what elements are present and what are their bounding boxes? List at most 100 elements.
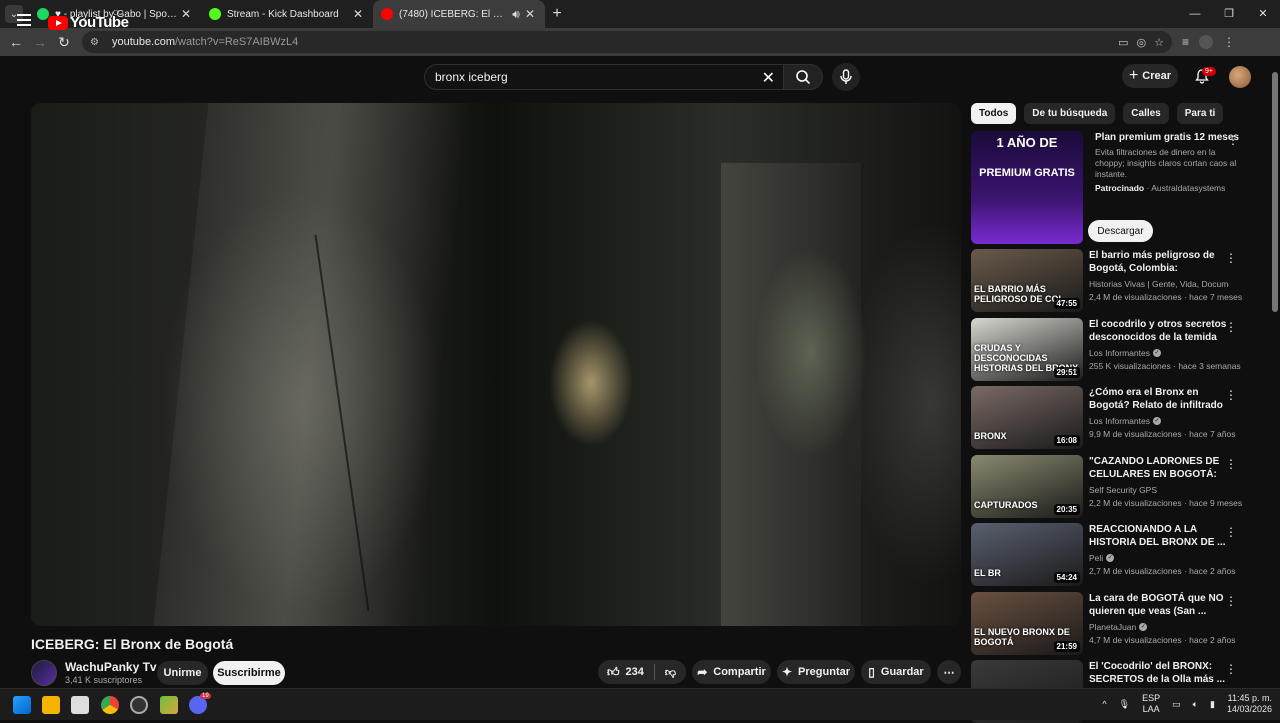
- reco-thumbnail[interactable]: BRONX 16:08: [971, 386, 1083, 449]
- like-count[interactable]: 234: [626, 666, 644, 678]
- browser-menu-icon[interactable]: ⋮: [1223, 35, 1235, 49]
- reco-thumbnail[interactable]: CAPTURADOS 20:35: [971, 454, 1083, 518]
- reco-thumbnail[interactable]: EL BR 54:24: [971, 523, 1083, 586]
- reco-more-icon[interactable]: ⋮: [1225, 388, 1237, 402]
- tab-close-icon[interactable]: ✕: [351, 7, 365, 21]
- share-button[interactable]: ➦ Compartir: [692, 660, 771, 684]
- reco-channel[interactable]: PlanetaJuan: [1089, 622, 1136, 632]
- filter-chip[interactable]: De tu búsqueda: [1024, 103, 1116, 124]
- reco-thumbnail[interactable]: EL NUEVO BRONX DE BOGOTÁ 21:59: [971, 591, 1083, 655]
- save-button[interactable]: ▯ Guardar: [861, 660, 931, 684]
- recommended-video[interactable]: CRUDAS Y DESCONOCIDAS HISTORIAS DEL BRON…: [971, 317, 1241, 381]
- eye-off-icon[interactable]: ◎: [1137, 36, 1147, 49]
- browser-tab[interactable]: (7480) ICEBERG: El Bronx de 🔊︎ ✕: [373, 0, 545, 28]
- reco-channel[interactable]: Historias Vivas | Gente, Vida, Documenta…: [1089, 279, 1229, 289]
- reco-title[interactable]: El barrio más peligroso de Bogotá, Colom…: [1089, 249, 1229, 275]
- video-player[interactable]: [31, 103, 961, 626]
- windows-start-icon[interactable]: [13, 696, 31, 714]
- notes-app-icon[interactable]: [71, 696, 89, 714]
- filter-chip[interactable]: Para ti: [1176, 103, 1224, 124]
- volume-icon[interactable]: 🔈︎: [1193, 699, 1198, 710]
- language-indicator[interactable]: ESP LAA: [1142, 693, 1160, 715]
- clock[interactable]: 11:45 p. m. 14/03/2026: [1227, 693, 1272, 715]
- reco-title[interactable]: La cara de BOGOTÁ que NO quieren que vea…: [1089, 592, 1229, 618]
- reco-channel[interactable]: Peli: [1089, 553, 1103, 563]
- create-button[interactable]: + Crear: [1122, 64, 1178, 88]
- bookmark-star-icon[interactable]: ☆: [1154, 36, 1164, 49]
- channel-avatar[interactable]: [31, 660, 57, 686]
- reco-title[interactable]: ¿Cómo era el Bronx en Bogotá? Relato de …: [1089, 386, 1229, 412]
- user-avatar[interactable]: [1229, 66, 1251, 88]
- reco-more-icon[interactable]: ⋮: [1225, 662, 1237, 676]
- reload-button[interactable]: ↻: [52, 34, 76, 51]
- channel-name[interactable]: WachuPanky Tv: [65, 660, 157, 674]
- minimize-button[interactable]: —: [1178, 0, 1212, 28]
- network-icon[interactable]: ▭: [1172, 699, 1181, 710]
- filter-chip[interactable]: Todos: [971, 103, 1017, 124]
- microphone-tray-icon[interactable]: 🎙︎: [1119, 699, 1130, 710]
- tab-close-icon[interactable]: ✕: [179, 7, 193, 21]
- reco-more-icon[interactable]: ⋮: [1225, 525, 1237, 539]
- reco-title[interactable]: El 'Cocodrilo' del BRONX: SECRETOS de la…: [1089, 660, 1229, 686]
- file-explorer-icon[interactable]: [42, 696, 60, 714]
- recommended-video[interactable]: CAPTURADOS 20:35 "CAZANDO LADRONES DE CE…: [971, 454, 1242, 518]
- page-scrollbar[interactable]: [1272, 60, 1278, 686]
- reco-more-icon[interactable]: ⋮: [1225, 320, 1237, 334]
- lang-code: ESP: [1142, 693, 1161, 703]
- back-button[interactable]: ←: [4, 34, 28, 50]
- filter-chip[interactable]: Calles: [1123, 103, 1169, 124]
- tab-close-icon[interactable]: ✕: [523, 7, 537, 21]
- search-button[interactable]: [783, 64, 823, 90]
- close-window-button[interactable]: ✕: [1246, 0, 1280, 28]
- reco-more-icon[interactable]: ⋮: [1225, 457, 1237, 471]
- youtube-logo[interactable]: YouTube CO: [48, 10, 129, 31]
- address-bar[interactable]: ⚙ youtube.com/watch?v=ReS7AIBWzL4 ▭ ◎ ☆: [82, 31, 1172, 53]
- ad-thumbnail[interactable]: 1 AÑO DE PREMIUM GRATIS: [971, 131, 1083, 244]
- tray-overflow-icon[interactable]: ^: [1102, 699, 1106, 709]
- ask-button[interactable]: ✦ Preguntar: [777, 660, 855, 684]
- chrome-icon[interactable]: [101, 696, 119, 714]
- dislike-icon[interactable]: 👎︎: [665, 666, 676, 679]
- search-value: bronx iceberg: [435, 70, 508, 84]
- ad-title[interactable]: Plan premium gratis 12 meses: [1095, 131, 1240, 144]
- subscribe-button[interactable]: Suscribirme: [213, 661, 285, 685]
- media-control-icon[interactable]: ≡: [1182, 35, 1189, 49]
- reco-more-icon[interactable]: ⋮: [1225, 594, 1237, 608]
- reco-channel[interactable]: Los Informantes: [1089, 348, 1150, 358]
- reco-channel[interactable]: Los Informantes: [1089, 416, 1150, 426]
- scrollbar-thumb[interactable]: [1272, 72, 1278, 312]
- minecraft-icon[interactable]: [160, 696, 178, 714]
- recommended-video[interactable]: EL NUEVO BRONX DE BOGOTÁ 21:59 La cara d…: [971, 591, 1241, 655]
- maximize-button[interactable]: ❐: [1212, 0, 1246, 28]
- reco-thumbnail[interactable]: EL BARRIO MÁS PELIGROSO DE COL 47:55: [971, 249, 1083, 312]
- battery-icon[interactable]: ▮: [1210, 699, 1215, 710]
- search-input[interactable]: bronx iceberg ✕: [424, 64, 784, 90]
- join-button[interactable]: Unirme: [157, 661, 208, 685]
- tab-audio-icon[interactable]: 🔊︎: [509, 7, 523, 22]
- tab-title: (7480) ICEBERG: El Bronx de: [399, 8, 509, 20]
- reco-title[interactable]: El cocodrilo y otros secretos desconocid…: [1089, 318, 1229, 344]
- recommended-video[interactable]: BRONX 16:08 ¿Cómo era el Bronx en Bogotá…: [971, 386, 1241, 449]
- browser-tab[interactable]: Stream - Kick Dashboard ✕: [201, 0, 373, 28]
- ad-download-button[interactable]: Descargar: [1088, 220, 1153, 242]
- reco-title[interactable]: REACCIONANDO A LA HISTORIA DEL BRONX DE …: [1089, 523, 1229, 549]
- ad-more-icon[interactable]: ⋮: [1227, 133, 1239, 147]
- more-actions-button[interactable]: ⋯: [937, 660, 961, 684]
- reco-title[interactable]: "CAZANDO LADRONES DE CELULARES EN BOGOTÁ…: [1089, 455, 1229, 481]
- new-tab-button[interactable]: +: [545, 5, 569, 23]
- reco-more-icon[interactable]: ⋮: [1225, 251, 1237, 265]
- recommended-video[interactable]: EL BR 54:24 REACCIONANDO A LA HISTORIA D…: [971, 523, 1241, 586]
- browser-profile-icon[interactable]: [1199, 35, 1214, 49]
- menu-icon[interactable]: [17, 14, 31, 26]
- reco-channel[interactable]: Self Security GPS: [1089, 485, 1157, 495]
- cast-icon[interactable]: ▭: [1118, 36, 1128, 49]
- clear-search-icon[interactable]: ✕: [762, 68, 775, 88]
- obs-icon[interactable]: [130, 696, 148, 714]
- reco-thumbnail[interactable]: CRUDAS Y DESCONOCIDAS HISTORIAS DEL BRON…: [971, 317, 1083, 381]
- forward-button[interactable]: →: [28, 34, 52, 50]
- like-icon[interactable]: 👍︎: [607, 665, 620, 680]
- voice-search-button[interactable]: [832, 63, 860, 91]
- reco-duration: 20:35: [1053, 503, 1080, 515]
- site-info-icon[interactable]: ⚙: [90, 37, 104, 48]
- recommended-video[interactable]: EL BARRIO MÁS PELIGROSO DE COL 47:55 El …: [971, 249, 1242, 312]
